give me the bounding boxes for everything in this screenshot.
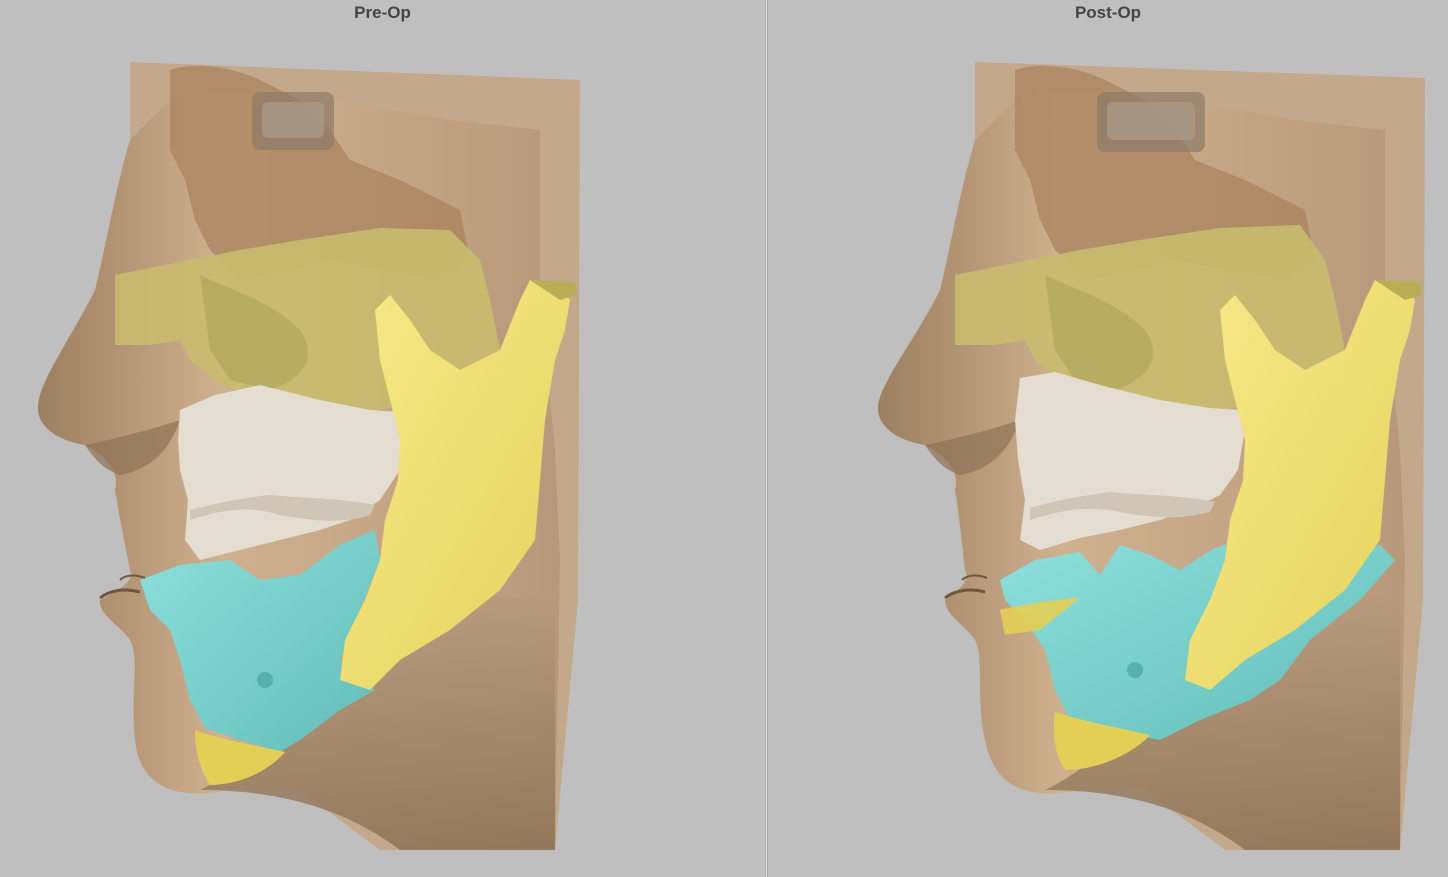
surgical-planning-viewer: Pre-Op Post-Op <box>0 0 1448 877</box>
post-op-3d-model[interactable] <box>768 0 1448 877</box>
post-op-viewport[interactable]: Post-Op <box>768 0 1448 877</box>
pre-op-3d-model[interactable] <box>0 0 765 877</box>
pre-op-viewport[interactable]: Pre-Op <box>0 0 765 877</box>
